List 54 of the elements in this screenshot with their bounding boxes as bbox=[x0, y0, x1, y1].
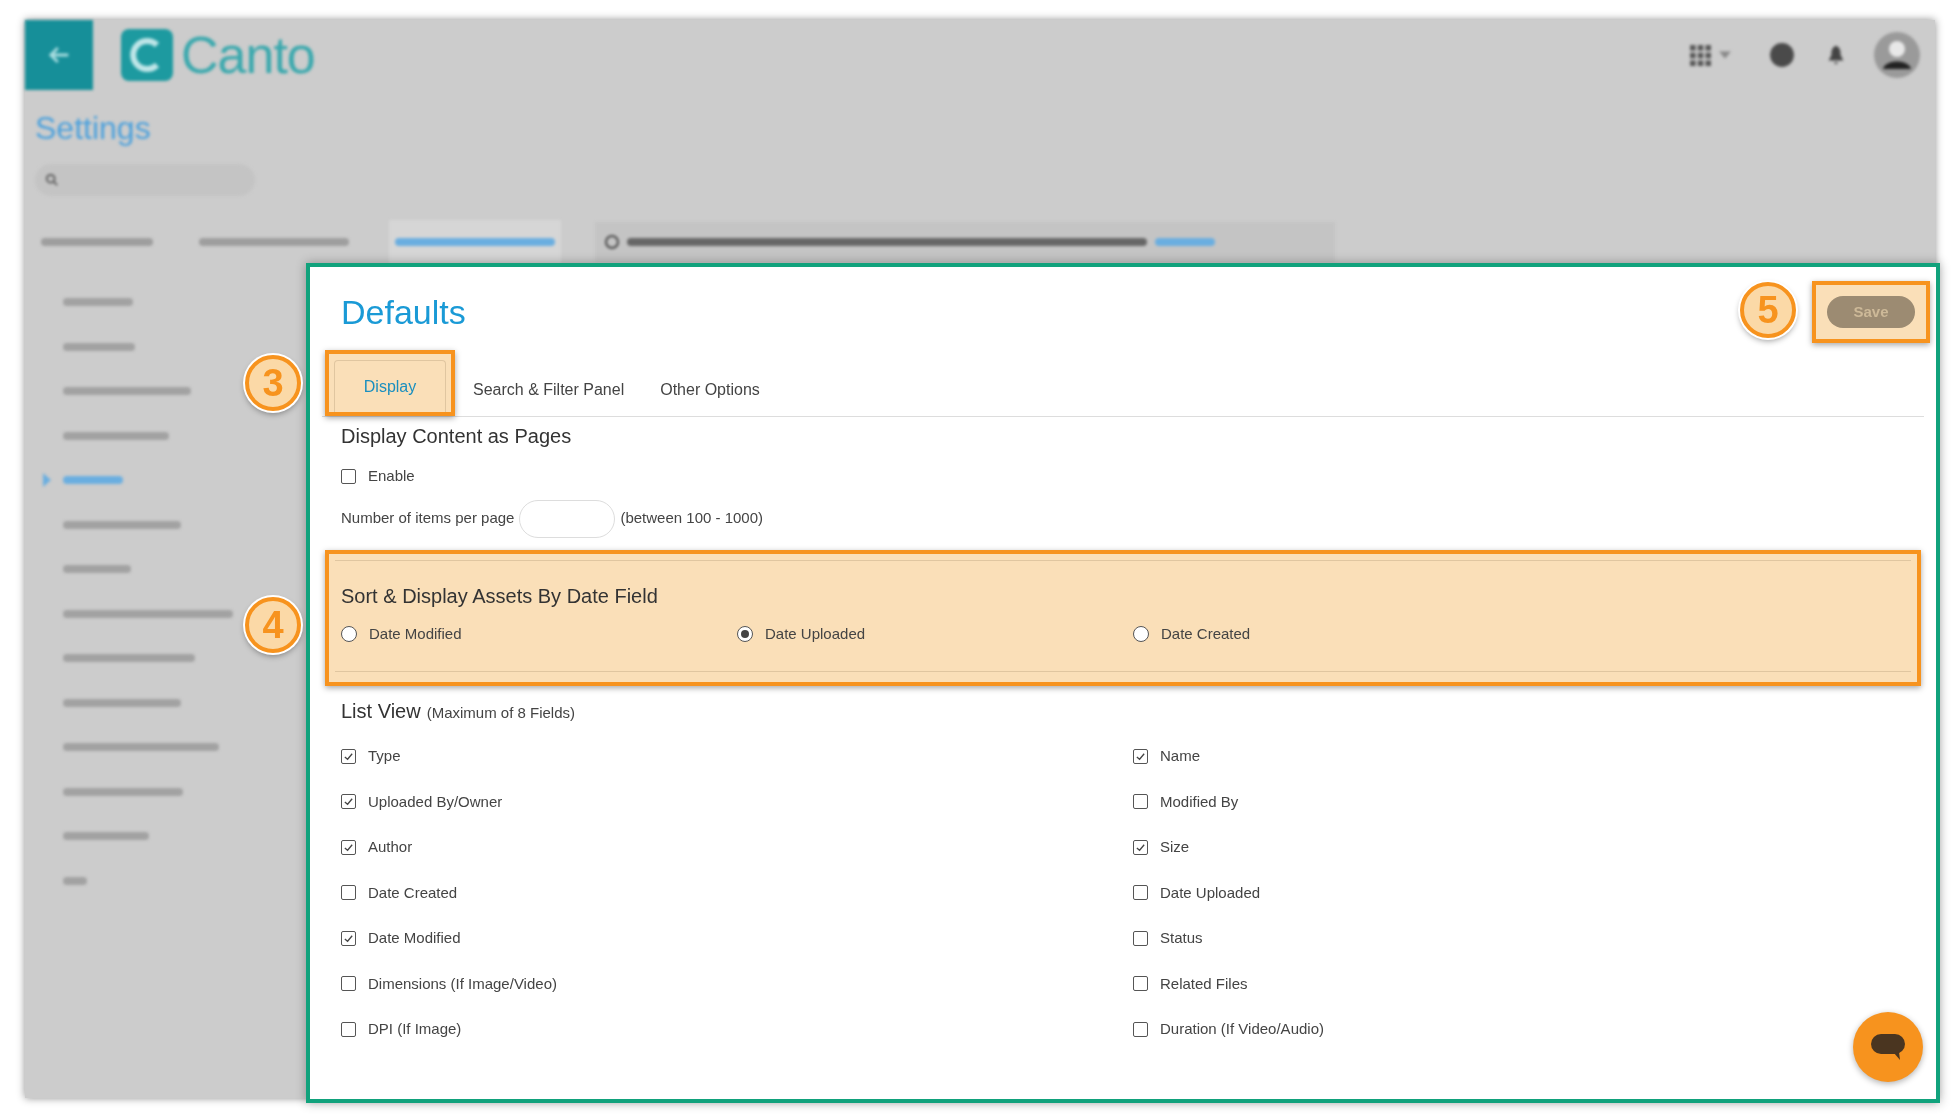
checkbox[interactable] bbox=[1133, 930, 1148, 946]
radio-label: Date Modified bbox=[369, 623, 462, 644]
logo-icon bbox=[119, 27, 175, 83]
checkbox-label: Enable bbox=[368, 466, 415, 486]
checkbox-label: Duration (If Video/Audio) bbox=[1160, 1019, 1324, 1039]
checkbox-label: Modified By bbox=[1160, 791, 1239, 812]
checkbox-label: Date Created bbox=[368, 882, 458, 903]
checkbox-label: Author bbox=[368, 837, 413, 857]
checkbox-label: Name bbox=[1160, 746, 1200, 766]
checkbox-label: Type bbox=[368, 746, 401, 766]
checkbox[interactable] bbox=[341, 930, 356, 946]
checkbox-label: Dimensions (If Image/Video) bbox=[368, 973, 557, 994]
tab[interactable]: Other Options bbox=[642, 364, 778, 416]
section-title: Sort & Display Assets By Date Field bbox=[341, 583, 659, 609]
checkbox[interactable] bbox=[341, 839, 356, 855]
radio-button[interactable] bbox=[1133, 625, 1149, 642]
checkbox-label: Related Files bbox=[1160, 973, 1248, 994]
checkbox-label: Status bbox=[1160, 928, 1203, 948]
page-title: Settings bbox=[35, 109, 152, 148]
checkbox-label: DPI (If Image) bbox=[368, 1019, 462, 1039]
checkbox[interactable] bbox=[1133, 748, 1148, 764]
radio-label: Date Created bbox=[1161, 623, 1251, 644]
checkbox[interactable] bbox=[341, 794, 356, 810]
checkbox[interactable] bbox=[1133, 794, 1148, 810]
checkmark-icon bbox=[343, 796, 354, 808]
checkbox[interactable] bbox=[341, 976, 356, 992]
checkbox-label: Uploaded By/Owner bbox=[368, 791, 503, 812]
checkbox[interactable] bbox=[341, 885, 356, 901]
checkbox[interactable] bbox=[341, 748, 356, 764]
checkbox[interactable] bbox=[1133, 839, 1148, 855]
search-icon bbox=[45, 173, 59, 187]
checkbox[interactable] bbox=[1133, 976, 1148, 992]
field-label: Number of items per page bbox=[341, 508, 515, 529]
checkbox[interactable] bbox=[341, 468, 356, 484]
items-per-page-field[interactable] bbox=[519, 499, 616, 538]
apps-grid-icon[interactable] bbox=[1689, 44, 1711, 66]
tab[interactable]: Search & Filter Panel bbox=[455, 364, 643, 416]
panel-title: Defaults bbox=[340, 291, 466, 333]
radio-button[interactable] bbox=[341, 625, 357, 642]
avatar-icon[interactable] bbox=[1873, 31, 1921, 79]
radio-label: Date Uploaded bbox=[765, 623, 866, 644]
field-hint: (between 100 - 1000) bbox=[620, 508, 764, 529]
checkbox-label: Date Modified bbox=[368, 928, 461, 948]
section-note: (Maximum of 8 Fields) bbox=[426, 702, 576, 723]
checkbox-label: Size bbox=[1160, 837, 1190, 857]
chat-bubble-icon bbox=[1870, 1033, 1906, 1061]
section-title: List View bbox=[341, 698, 421, 724]
section-title: Display Content as Pages bbox=[341, 424, 573, 449]
radio-button[interactable] bbox=[737, 625, 753, 642]
logo-text: Canto bbox=[181, 25, 315, 86]
checkbox[interactable] bbox=[341, 1021, 356, 1037]
checkbox[interactable] bbox=[1133, 885, 1148, 901]
checkbox-label: Date Uploaded bbox=[1160, 882, 1261, 903]
checkbox[interactable] bbox=[1133, 1021, 1148, 1037]
